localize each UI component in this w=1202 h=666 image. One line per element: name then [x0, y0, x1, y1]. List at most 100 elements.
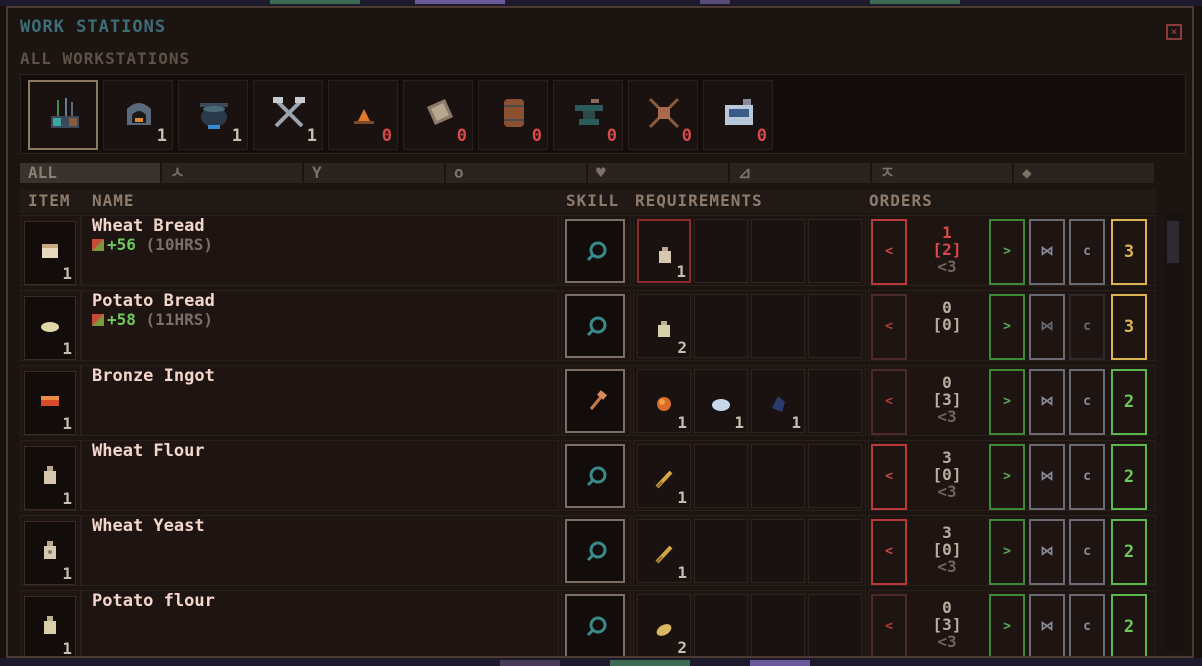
skill-slot[interactable] [565, 444, 625, 508]
clear-order-button[interactable]: c [1069, 594, 1105, 656]
clear-order-button[interactable]: c [1069, 294, 1105, 360]
machine-icon [725, 99, 753, 125]
decrease-order-button[interactable]: < [871, 369, 907, 435]
filter-category[interactable]: ◆ [1014, 163, 1154, 183]
requirement-slot[interactable]: 2 [637, 294, 691, 358]
item-slot[interactable]: 1 [24, 446, 76, 510]
skill-slot[interactable] [565, 294, 625, 358]
skill-slot[interactable] [565, 219, 625, 283]
filter-category[interactable]: ㅅ [162, 163, 302, 183]
skill-slot[interactable] [565, 594, 625, 656]
decrease-order-button[interactable]: < [871, 519, 907, 585]
item-slot[interactable]: 1 [24, 371, 76, 435]
coal-icon [772, 396, 785, 412]
item-qty: 1 [62, 489, 72, 508]
item-slot[interactable]: 1 [24, 221, 76, 285]
requirements-cell: 1 1 1 [633, 365, 866, 436]
orders-cell: < 3 [0] <3 > ⋈ c 2 [868, 440, 1156, 511]
station-cooking-pot[interactable]: 1 [178, 80, 248, 150]
clear-order-button[interactable]: c [1069, 519, 1105, 585]
order-stock: [2] [932, 240, 962, 259]
item-slot[interactable]: 1 [24, 596, 76, 656]
filter-category[interactable]: Y [304, 163, 444, 183]
requirement-slot [694, 219, 748, 283]
item-cell: 1 [20, 290, 81, 361]
potato-bread-icon [41, 322, 59, 332]
priority-button[interactable]: 2 [1111, 444, 1147, 510]
station-loom[interactable]: 0 [628, 80, 698, 150]
decrease-order-button[interactable]: < [871, 594, 907, 656]
station-campfire[interactable]: 0 [328, 80, 398, 150]
requirement-slot [808, 519, 862, 583]
filter-category[interactable]: ⊿ [730, 163, 870, 183]
filter-category[interactable]: o [446, 163, 586, 183]
requirement-slot [751, 519, 805, 583]
requirement-slot[interactable]: 1 [637, 519, 691, 583]
filter-all[interactable]: ALL [20, 163, 160, 183]
station-machine[interactable]: 0 [703, 80, 773, 150]
repeat-order-button[interactable]: ⋈ [1029, 519, 1065, 585]
requirement-slot[interactable]: 1 [637, 219, 691, 283]
station-anvil[interactable]: 0 [553, 80, 623, 150]
decrease-order-button[interactable]: < [871, 219, 907, 285]
priority-button[interactable]: 3 [1111, 294, 1147, 360]
station-tools[interactable]: 1 [253, 80, 323, 150]
station-saw[interactable]: 0 [403, 80, 473, 150]
repeat-order-button[interactable]: ⋈ [1029, 219, 1065, 285]
requirement-slot[interactable]: 1 [694, 369, 748, 433]
order-current: 3 [942, 448, 952, 467]
scrollbar[interactable] [1164, 213, 1184, 653]
item-slot[interactable]: 1 [24, 521, 76, 585]
requirement-slot[interactable]: 1 [637, 369, 691, 433]
order-stock: [3] [932, 390, 962, 409]
item-slot[interactable]: 1 [24, 296, 76, 360]
decrease-order-button[interactable]: < [871, 444, 907, 510]
name-cell: Potato Bread +58 (11HRS) [81, 290, 559, 361]
requirements-cell: 1 [633, 215, 866, 286]
increase-order-button[interactable]: > [989, 444, 1025, 510]
priority-button[interactable]: 2 [1111, 519, 1147, 585]
increase-order-button[interactable]: > [989, 369, 1025, 435]
item-qty: 1 [62, 264, 72, 283]
repeat-order-button[interactable]: ⋈ [1029, 594, 1065, 656]
orders-cell: < 3 [0] <3 > ⋈ c 2 [868, 515, 1156, 586]
priority-button[interactable]: 2 [1111, 369, 1147, 435]
requirement-qty: 2 [677, 638, 687, 657]
clear-order-button[interactable]: c [1069, 369, 1105, 435]
repeat-order-button[interactable]: ⋈ [1029, 444, 1065, 510]
station-oven[interactable]: 1 [103, 80, 173, 150]
item-qty: 1 [62, 564, 72, 583]
requirement-slot[interactable]: 1 [637, 444, 691, 508]
requirement-slot[interactable]: 1 [751, 369, 805, 433]
priority-button[interactable]: 3 [1111, 219, 1147, 285]
increase-order-button[interactable]: > [989, 219, 1025, 285]
requirement-slot [751, 294, 805, 358]
increase-order-button[interactable]: > [989, 594, 1025, 656]
order-counts: 0 [3] <3 [919, 599, 975, 650]
repeat-order-button[interactable]: ⋈ [1029, 294, 1065, 360]
potato-flour-sack-icon [44, 616, 56, 634]
filter-category[interactable]: ♥ [588, 163, 728, 183]
clear-order-button[interactable]: c [1069, 444, 1105, 510]
anvil-icon [575, 99, 603, 125]
decrease-order-button[interactable]: < [871, 294, 907, 360]
scrollbar-thumb[interactable] [1167, 221, 1179, 263]
clear-order-button[interactable]: c [1069, 219, 1105, 285]
station-all[interactable] [28, 80, 98, 150]
crossed-tools-icon [273, 97, 305, 128]
increase-order-button[interactable]: > [989, 294, 1025, 360]
table-row: 1 Wheat Yeast 1 < 3 [0] <3 > ⋈ c 2 [20, 515, 1156, 588]
skill-cell [561, 365, 631, 436]
increase-order-button[interactable]: > [989, 519, 1025, 585]
skill-slot[interactable] [565, 519, 625, 583]
requirement-slot [751, 594, 805, 656]
skill-slot[interactable] [565, 369, 625, 433]
station-barrel[interactable]: 0 [478, 80, 548, 150]
requirement-slot[interactable]: 2 [637, 594, 691, 657]
item-cell: 1 [20, 440, 81, 511]
repeat-order-button[interactable]: ⋈ [1029, 369, 1065, 435]
filter-category[interactable]: ㅈ [872, 163, 1012, 183]
priority-button[interactable]: 2 [1111, 594, 1147, 656]
skill-cell [561, 590, 631, 656]
close-button[interactable]: × [1166, 24, 1182, 40]
